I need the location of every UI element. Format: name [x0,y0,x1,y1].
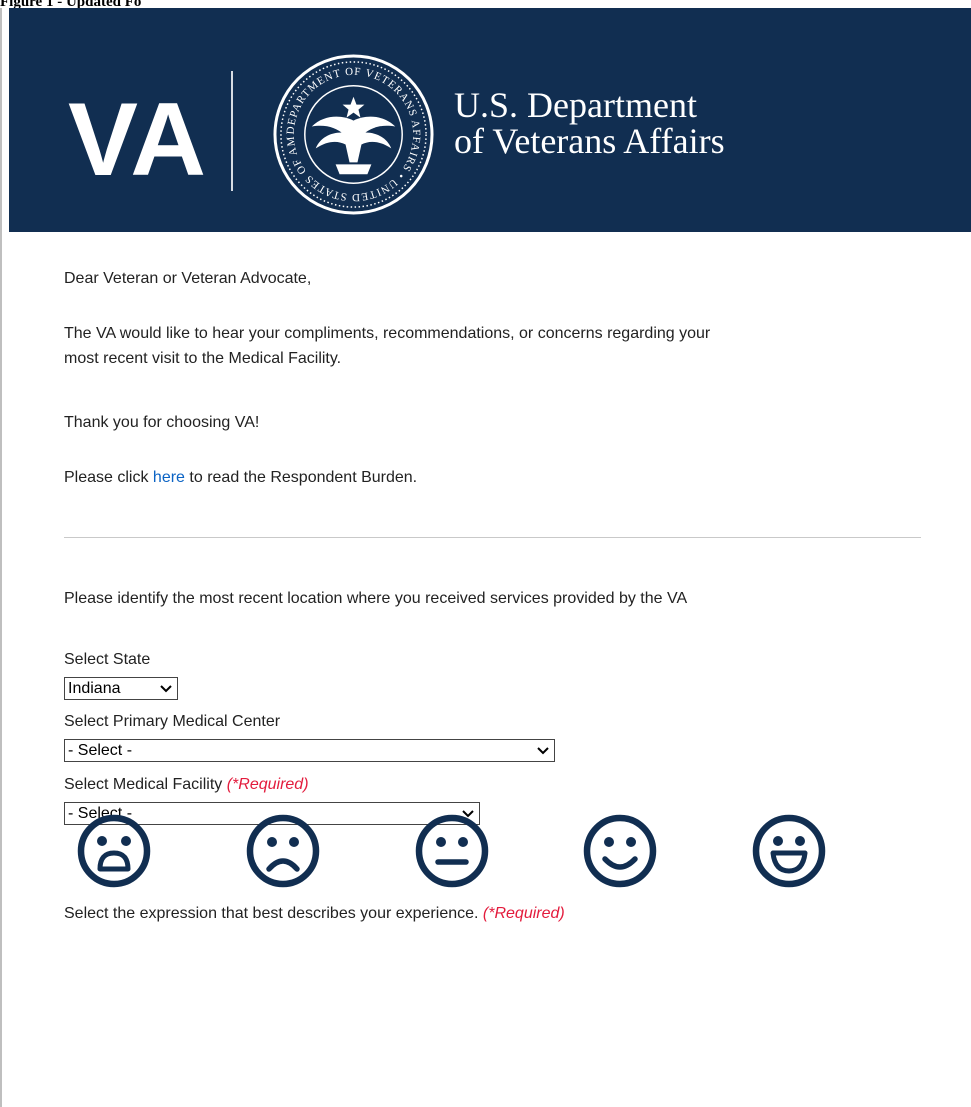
very-happy-face-icon[interactable] [751,813,827,889]
very-unhappy-face-icon[interactable] [76,813,152,889]
facility-label: Select Medical Facility (*Required) [64,774,309,796]
section-divider [64,537,921,538]
primary-medical-center-select[interactable]: - Select - [64,739,555,762]
department-line-2: of Veterans Affairs [454,121,725,161]
primary-select-value: - Select - [68,742,133,759]
primary-center-label: Select Primary Medical Center [64,713,281,730]
respondent-burden-text: Please click here to read the Respondent… [64,467,417,489]
facility-required-note: (*Required) [226,776,309,793]
va-header-banner: VA DEPARTMENT OF VETERANS AFFAIRS • UNIT… [9,8,971,232]
happy-face-icon[interactable] [582,813,658,889]
burden-suffix: to read the Respondent Burden. [184,469,418,486]
intro-message-line-1: The VA would like to hear your complimen… [64,325,711,342]
state-select-value: Indiana [68,680,121,697]
va-logo: VA [68,82,206,185]
va-seal-icon: DEPARTMENT OF VETERANS AFFAIRS • UNITED … [272,53,434,215]
figure-caption: Figure 1 - Updated Fo [0,0,142,10]
burden-prefix: Please click [64,469,153,486]
department-name: U.S. Department of Veterans Affairs [454,87,725,159]
facility-label-text: Select Medical Facility [64,776,227,793]
neutral-face-icon[interactable] [414,813,490,889]
experience-required-note: (*Required) [482,905,565,922]
respondent-burden-link[interactable]: here [153,469,185,486]
thanks-text: Thank you for choosing VA! [64,414,260,431]
location-prompt: Please identify the most recent location… [64,590,688,607]
state-select[interactable]: Indiana [64,677,178,700]
experience-prompt: Select the expression that best describe… [64,903,565,925]
state-label: Select State [64,651,151,668]
department-line-1: U.S. Department [454,85,697,125]
greeting-text: Dear Veteran or Veteran Advocate, [64,270,312,287]
unhappy-face-icon[interactable] [245,813,321,889]
header-divider [231,71,233,191]
svg-text:VA: VA [68,82,206,185]
experience-prompt-text: Select the expression that best describe… [64,905,483,922]
intro-message-line-2: most recent visit to the Medical Facilit… [64,350,342,367]
chevron-down-icon [537,747,549,755]
chevron-down-icon [160,685,172,693]
page-left-border [0,8,2,1107]
